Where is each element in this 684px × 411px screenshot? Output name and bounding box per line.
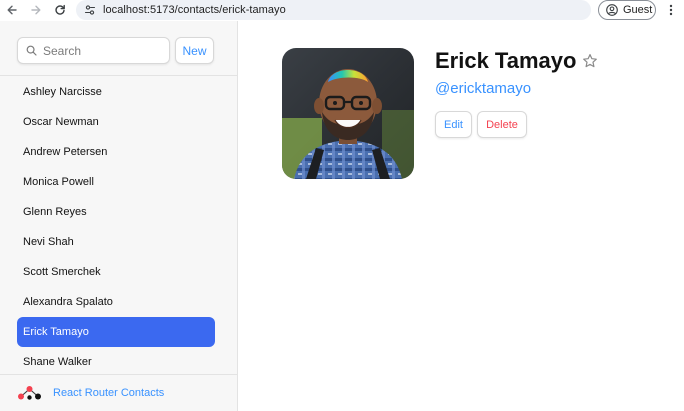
contact-list-item[interactable]: Andrew Petersen xyxy=(17,137,215,167)
url-text: localhost:5173/contacts/erick-tamayo xyxy=(103,4,286,16)
contact-detail: Erick Tamayo @ericktamayo Edit Delete xyxy=(238,21,684,411)
react-router-logo xyxy=(18,386,41,400)
delete-button[interactable]: Delete xyxy=(477,111,527,138)
profile-label: Guest xyxy=(623,4,653,16)
profile-button[interactable]: Guest xyxy=(598,0,656,20)
search-row: New xyxy=(0,21,237,76)
favorite-button[interactable] xyxy=(581,52,599,70)
reload-button[interactable] xyxy=(50,1,70,19)
contact-list-item[interactable]: Erick Tamayo xyxy=(17,317,215,347)
contact-list: Ashley Narcisse Oscar Newman Andrew Peters… xyxy=(17,77,215,377)
search-icon xyxy=(26,45,37,56)
footer-link[interactable]: React Router Contacts xyxy=(53,387,164,399)
contact-list-item[interactable]: Alexandra Spalato xyxy=(17,287,215,317)
star-icon xyxy=(583,54,597,68)
reload-icon xyxy=(55,4,65,15)
contact-list-item[interactable]: Shane Walker xyxy=(17,347,215,377)
browser-toolbar: localhost:5173/contacts/erick-tamayo Gue… xyxy=(0,0,684,21)
more-menu-icon xyxy=(669,4,673,16)
contact-avatar xyxy=(282,48,414,179)
site-info-icon[interactable] xyxy=(84,4,96,16)
forward-arrow-icon xyxy=(31,5,41,15)
profile-icon xyxy=(606,4,618,16)
contact-list-item[interactable]: Glenn Reyes xyxy=(17,197,215,227)
search-box[interactable] xyxy=(17,37,170,64)
contact-list-item[interactable]: Monica Powell xyxy=(17,167,215,197)
address-bar[interactable]: localhost:5173/contacts/erick-tamayo xyxy=(76,0,591,20)
contact-list-item[interactable]: Scott Smerchek xyxy=(17,257,215,287)
search-input[interactable] xyxy=(43,43,163,58)
more-menu-button[interactable] xyxy=(664,2,678,18)
edit-button[interactable]: Edit xyxy=(435,111,472,138)
contact-name: Erick Tamayo xyxy=(435,48,577,73)
sidebar: New Ashley NarcisseOscar NewmanAndrew Pe… xyxy=(0,21,238,411)
new-contact-button[interactable]: New xyxy=(175,37,214,64)
forward-button[interactable] xyxy=(26,1,46,19)
back-arrow-icon xyxy=(7,5,17,15)
back-button[interactable] xyxy=(2,1,22,19)
contact-list-item[interactable]: Oscar Newman xyxy=(17,107,215,137)
contact-handle-link[interactable]: @ericktamayo xyxy=(435,80,531,97)
contact-list-item[interactable]: Nevi Shah xyxy=(17,227,215,257)
contact-list-item[interactable]: Ashley Narcisse xyxy=(17,77,215,107)
sidebar-footer: React Router Contacts xyxy=(0,374,237,411)
